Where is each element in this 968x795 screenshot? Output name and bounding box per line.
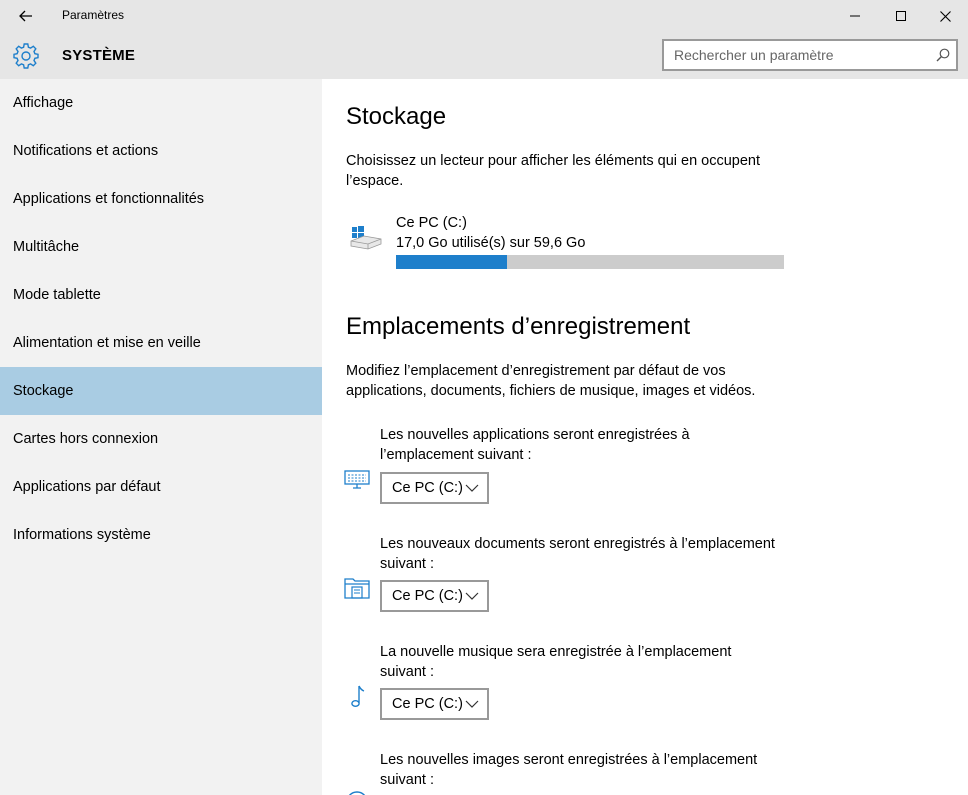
- sidebar-item-label: Applications et fonctionnalités: [13, 191, 205, 207]
- apps-location-dropdown[interactable]: Ce PC (C:): [380, 472, 489, 504]
- location-label-images: Les nouvelles images seront enregistrées…: [380, 752, 758, 788]
- drive-name[interactable]: Ce PC (C:): [396, 215, 467, 231]
- chevron-down-icon: [465, 484, 479, 492]
- maximize-button[interactable]: [878, 0, 924, 32]
- save-locations-description: Modifiez l’emplacement d’enregistrement …: [346, 363, 756, 399]
- music-location-dropdown[interactable]: Ce PC (C:): [380, 688, 489, 720]
- drive-icon[interactable]: [350, 225, 382, 251]
- dropdown-value: Ce PC (C:): [392, 480, 463, 496]
- sidebar-item-label: Mode tablette: [13, 287, 101, 303]
- title-bar: Paramètres: [0, 0, 968, 32]
- chevron-down-icon: [465, 700, 479, 708]
- main-content: Stockage Choisissez un lecteur pour affi…: [322, 79, 968, 795]
- documents-location-dropdown[interactable]: Ce PC (C:): [380, 580, 489, 612]
- usage-bar: [396, 255, 784, 269]
- sidebar-item-affichage[interactable]: Affichage: [0, 79, 322, 127]
- sidebar-item-label: Applications par défaut: [13, 479, 161, 495]
- chevron-down-icon: [465, 592, 479, 600]
- sidebar-item-stockage[interactable]: Stockage: [0, 367, 322, 415]
- search-input[interactable]: [664, 41, 932, 69]
- monitor-icon: [344, 470, 370, 489]
- settings-header: SYSTÈME: [0, 32, 968, 79]
- sidebar-item-cartes[interactable]: Cartes hors connexion: [0, 415, 322, 463]
- sidebar-item-informations-systeme[interactable]: Informations système: [0, 511, 322, 559]
- dropdown-value: Ce PC (C:): [392, 696, 463, 712]
- sidebar-item-label: Informations système: [13, 527, 151, 543]
- music-note-icon: [351, 685, 365, 708]
- storage-title: Stockage: [346, 103, 447, 130]
- sidebar: Affichage Notifications et actions Appli…: [0, 79, 322, 795]
- app-title: Paramètres: [62, 8, 125, 22]
- save-locations-title: Emplacements d’enregistrement: [346, 313, 691, 340]
- pictures-icon: [348, 791, 366, 795]
- minimize-icon: [850, 15, 860, 17]
- close-button[interactable]: [922, 0, 968, 32]
- location-label-music: La nouvelle musique sera enregistrée à l…: [380, 644, 732, 680]
- storage-description: Choisissez un lecteur pour afficher les …: [346, 153, 761, 189]
- gear-icon: [13, 43, 39, 69]
- sidebar-item-label: Stockage: [13, 383, 74, 399]
- maximize-icon: [896, 11, 906, 21]
- search-box[interactable]: [662, 39, 958, 71]
- sidebar-item-notifications[interactable]: Notifications et actions: [0, 127, 322, 175]
- documents-folder-icon: [344, 578, 370, 599]
- sidebar-item-multitache[interactable]: Multitâche: [0, 223, 322, 271]
- location-label-documents: Les nouveaux documents seront enregistré…: [380, 536, 775, 572]
- section-title: SYSTÈME: [62, 47, 136, 64]
- back-arrow-icon: [19, 10, 32, 22]
- close-icon: [939, 10, 951, 22]
- sidebar-item-applications[interactable]: Applications et fonctionnalités: [0, 175, 322, 223]
- dropdown-value: Ce PC (C:): [392, 588, 463, 604]
- sidebar-item-label: Multitâche: [13, 239, 80, 255]
- location-label-apps: Les nouvelles applications seront enregi…: [380, 427, 690, 463]
- usage-bar-fill: [396, 255, 507, 269]
- sidebar-item-label: Affichage: [13, 95, 74, 111]
- minimize-button[interactable]: [832, 0, 878, 32]
- sidebar-item-label: Notifications et actions: [13, 143, 159, 159]
- back-button[interactable]: [8, 2, 44, 30]
- sidebar-item-label: Alimentation et mise en veille: [13, 335, 201, 351]
- sidebar-item-alimentation[interactable]: Alimentation et mise en veille: [0, 319, 322, 367]
- sidebar-item-mode-tablette[interactable]: Mode tablette: [0, 271, 322, 319]
- sidebar-item-label: Cartes hors connexion: [13, 431, 159, 447]
- sidebar-item-applications-defaut[interactable]: Applications par défaut: [0, 463, 322, 511]
- drive-usage-text: 17,0 Go utilisé(s) sur 59,6 Go: [396, 235, 586, 251]
- search-icon[interactable]: [936, 48, 950, 62]
